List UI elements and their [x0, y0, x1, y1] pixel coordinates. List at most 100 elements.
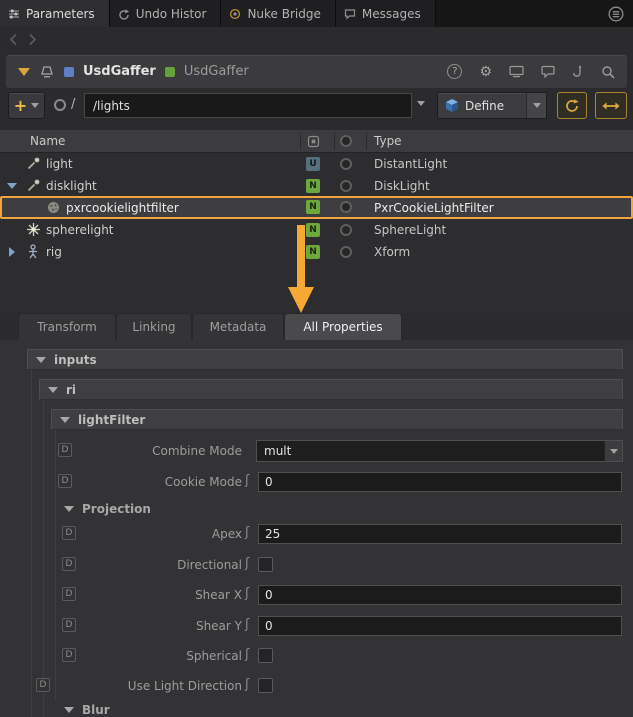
tree-row-disklight[interactable]: disklight N DiskLight: [0, 175, 633, 197]
tree-row-pxrcookielightfilter[interactable]: pxrcookielightfilter N PxrCookieLightFil…: [0, 196, 633, 219]
prim-type: PxrCookieLightFilter: [374, 201, 494, 215]
shear-y-input[interactable]: [258, 616, 622, 636]
collapse-icon: [36, 357, 46, 363]
prim-name: pxrcookielightfilter: [66, 201, 179, 215]
param-row-spherical: D Spherical ʃ: [0, 645, 633, 669]
node-header: UsdGaffer UsdGaffer ? ⚙: [6, 55, 627, 88]
rig-icon: [26, 244, 40, 259]
prim-tree: Name Type light U DistantLight: [0, 130, 633, 313]
column-divider: [334, 133, 335, 150]
node-type-label: UsdGaffer: [83, 64, 156, 79]
reload-button[interactable]: [557, 92, 587, 119]
composition-badge[interactable]: N: [306, 223, 320, 237]
group-ri[interactable]: ri: [39, 379, 623, 400]
tab-linking[interactable]: Linking: [116, 313, 192, 340]
tab-undo-history[interactable]: Undo Histor: [110, 0, 222, 27]
group-inputs[interactable]: inputs: [27, 349, 623, 370]
tab-transform[interactable]: Transform: [18, 313, 116, 340]
visibility-toggle-icon[interactable]: [340, 224, 352, 236]
collapse-icon: [48, 387, 58, 393]
group-lightfilter[interactable]: lightFilter: [51, 409, 623, 430]
parameters-panel: Parameters Undo Histor Nuke Bridge Messa…: [0, 0, 633, 717]
define-dropdown-cap[interactable]: [526, 93, 546, 118]
presets-icon[interactable]: [509, 65, 524, 78]
type-column-header[interactable]: Type: [374, 134, 402, 148]
cookie-mode-input[interactable]: [258, 472, 622, 492]
subgroup-projection[interactable]: Projection: [64, 502, 151, 516]
panel-menu-icon[interactable]: [608, 6, 624, 22]
group-label: lightFilter: [78, 413, 145, 427]
search-icon[interactable]: [601, 65, 615, 79]
chevron-down-icon: [31, 103, 39, 108]
visibility-toggle-icon[interactable]: [340, 246, 352, 258]
param-label: Spherical: [20, 649, 242, 663]
expression-icon[interactable]: ʃ: [245, 617, 249, 632]
use-light-direction-checkbox[interactable]: [258, 678, 273, 693]
node-state-swatch: [165, 67, 175, 77]
hook-icon[interactable]: [572, 65, 584, 79]
expression-icon[interactable]: ʃ: [245, 647, 249, 662]
window-tab-bar: Parameters Undo Histor Nuke Bridge Messa…: [0, 0, 633, 27]
expander-down-icon[interactable]: [7, 183, 17, 189]
tab-messages[interactable]: Messages: [336, 0, 436, 27]
name-column-header[interactable]: Name: [30, 134, 65, 148]
nav-forward-button[interactable]: [28, 33, 37, 46]
path-root-button[interactable]: /: [71, 97, 75, 112]
active-column-icon[interactable]: [307, 135, 320, 148]
combine-mode-dropdown[interactable]: mult: [256, 440, 623, 462]
node-expander-icon[interactable]: [18, 68, 30, 76]
visibility-toggle-icon[interactable]: [340, 158, 352, 170]
collapse-icon: [64, 707, 74, 713]
tree-row-spherelight[interactable]: spherelight N SphereLight: [0, 219, 633, 241]
prim-path-input[interactable]: [84, 93, 412, 118]
tree-row-rig[interactable]: rig N Xform: [0, 241, 633, 263]
sphere-light-icon: [26, 222, 41, 237]
scope-icon[interactable]: [54, 99, 66, 111]
expression-icon[interactable]: ʃ: [245, 677, 249, 692]
param-row-shear-x: D Shear X ʃ: [0, 584, 633, 608]
spherical-checkbox[interactable]: [258, 648, 273, 663]
column-divider: [366, 133, 367, 150]
properties-panel: inputs ri lightFilter D Combine Mode mul…: [0, 340, 633, 717]
define-dropdown[interactable]: Define: [437, 92, 547, 119]
visibility-toggle-icon[interactable]: [340, 180, 352, 192]
expander-right-icon[interactable]: [9, 247, 15, 257]
tab-nuke-bridge[interactable]: Nuke Bridge: [221, 0, 335, 27]
composition-badge[interactable]: N: [306, 245, 320, 259]
composition-badge[interactable]: N: [306, 200, 320, 214]
expression-icon[interactable]: ʃ: [245, 586, 249, 601]
prim-type: DistantLight: [374, 157, 447, 171]
tab-metadata[interactable]: Metadata: [192, 313, 284, 340]
expression-icon[interactable]: ʃ: [245, 473, 249, 488]
composition-badge[interactable]: U: [306, 157, 320, 171]
nav-back-button[interactable]: [9, 33, 18, 46]
path-dropdown-icon[interactable]: [417, 101, 425, 106]
tab-label: Transform: [37, 320, 97, 334]
node-header-toolbar: ? ⚙: [447, 64, 615, 79]
subgroup-blur[interactable]: Blur: [64, 703, 110, 717]
visibility-column-icon[interactable]: [340, 135, 352, 147]
tree-row-light[interactable]: light U DistantLight: [0, 153, 633, 175]
tab-label: Nuke Bridge: [247, 7, 320, 21]
gear-icon[interactable]: ⚙: [479, 65, 492, 79]
expression-icon[interactable]: ʃ: [245, 556, 249, 571]
tab-all-properties[interactable]: All Properties: [284, 313, 402, 340]
add-prim-button[interactable]: +: [8, 92, 45, 119]
prim-type: DiskLight: [374, 179, 430, 193]
composition-badge[interactable]: N: [306, 179, 320, 193]
nuke-bridge-icon: [229, 8, 241, 20]
dropdown-cap[interactable]: [604, 441, 622, 461]
visibility-toggle-icon[interactable]: [340, 201, 352, 213]
shear-x-input[interactable]: [258, 585, 622, 605]
tab-label: All Properties: [303, 320, 382, 334]
distant-light-icon: [26, 156, 41, 171]
help-icon[interactable]: ?: [447, 64, 462, 79]
expression-icon[interactable]: ʃ: [245, 525, 249, 540]
messages-icon: [344, 8, 356, 20]
comment-icon[interactable]: [541, 65, 555, 78]
apex-input[interactable]: [258, 524, 622, 544]
directional-checkbox[interactable]: [258, 557, 273, 572]
expand-collapse-button[interactable]: [595, 92, 627, 119]
param-row-apex: D Apex ʃ: [0, 523, 633, 547]
tab-parameters[interactable]: Parameters: [0, 0, 110, 27]
